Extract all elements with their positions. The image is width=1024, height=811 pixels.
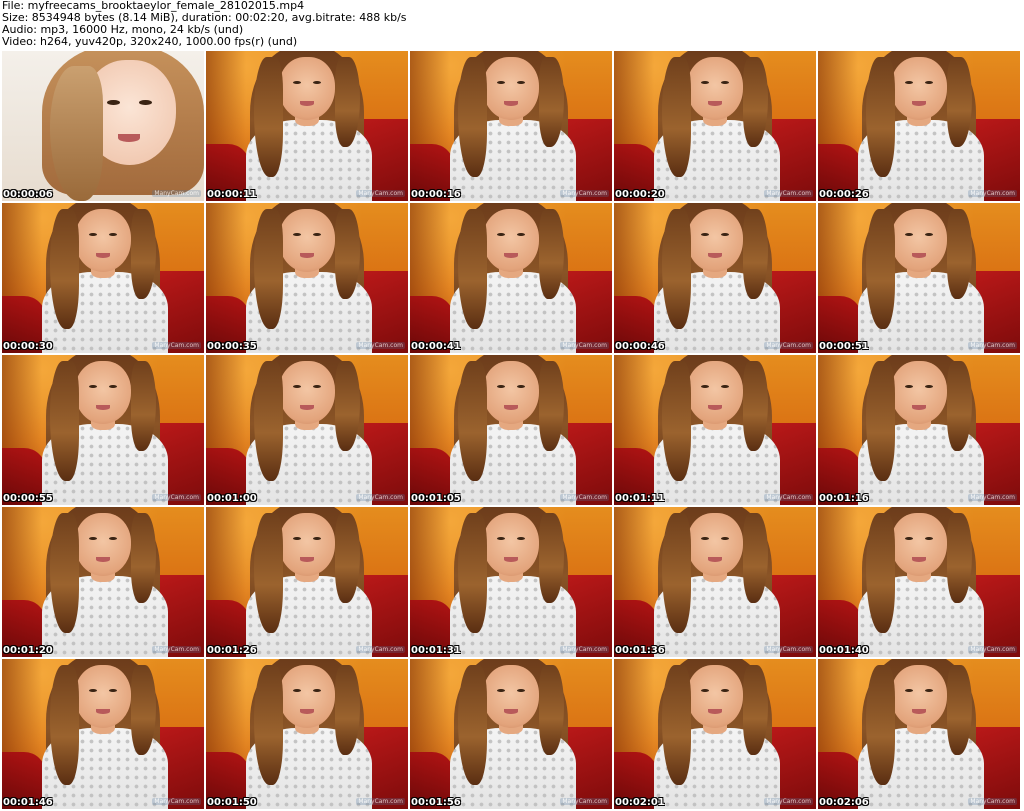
- watermark-label: ManyCam.com: [152, 798, 201, 805]
- watermark-label: ManyCam.com: [968, 190, 1017, 197]
- watermark-label: ManyCam.com: [764, 646, 813, 653]
- thumbnail-grid: ManyCam.com 00:00:06 ManyCam.com 00:00:11 Ma…: [2, 51, 1020, 809]
- watermark-label: ManyCam.com: [764, 190, 813, 197]
- video-frame-thumbnail: ManyCam.com 00:00:30: [2, 203, 204, 353]
- video-frame-thumbnail: ManyCam.com 00:00:16: [410, 51, 612, 201]
- frame-timestamp: 00:00:26: [819, 189, 869, 200]
- video-frame-thumbnail: ManyCam.com 00:01:50: [206, 659, 408, 809]
- frame-timestamp: 00:01:26: [207, 645, 257, 656]
- video-frame-thumbnail: ManyCam.com 00:00:26: [818, 51, 1020, 201]
- video-frame-thumbnail: ManyCam.com 00:01:46: [2, 659, 204, 809]
- frame-timestamp: 00:00:16: [411, 189, 461, 200]
- frame-timestamp: 00:00:55: [3, 493, 53, 504]
- video-frame-thumbnail: ManyCam.com 00:01:20: [2, 507, 204, 657]
- watermark-label: ManyCam.com: [764, 494, 813, 501]
- watermark-label: ManyCam.com: [968, 342, 1017, 349]
- frame-timestamp: 00:00:20: [615, 189, 665, 200]
- frame-timestamp: 00:01:05: [411, 493, 461, 504]
- frame-timestamp: 00:01:46: [3, 797, 53, 808]
- watermark-label: ManyCam.com: [356, 342, 405, 349]
- watermark-label: ManyCam.com: [968, 646, 1017, 653]
- video-frame-thumbnail: ManyCam.com 00:00:46: [614, 203, 816, 353]
- frame-timestamp: 00:01:20: [3, 645, 53, 656]
- frame-timestamp: 00:01:40: [819, 645, 869, 656]
- video-frame-thumbnail: ManyCam.com 00:00:06: [2, 51, 204, 201]
- video-frame-thumbnail: ManyCam.com 00:02:01: [614, 659, 816, 809]
- frame-timestamp: 00:01:16: [819, 493, 869, 504]
- watermark-label: ManyCam.com: [560, 646, 609, 653]
- frame-timestamp: 00:01:56: [411, 797, 461, 808]
- frame-timestamp: 00:00:30: [3, 341, 53, 352]
- video-frame-thumbnail: ManyCam.com 00:02:06: [818, 659, 1020, 809]
- video-frame-thumbnail: ManyCam.com 00:01:31: [410, 507, 612, 657]
- video-frame-thumbnail: ManyCam.com 00:00:11: [206, 51, 408, 201]
- frame-timestamp: 00:02:06: [819, 797, 869, 808]
- video-frame-thumbnail: ManyCam.com 00:00:55: [2, 355, 204, 505]
- watermark-label: ManyCam.com: [356, 646, 405, 653]
- video-frame-thumbnail: ManyCam.com 00:01:05: [410, 355, 612, 505]
- video-frame-thumbnail: ManyCam.com 00:00:41: [410, 203, 612, 353]
- watermark-label: ManyCam.com: [560, 342, 609, 349]
- watermark-label: ManyCam.com: [764, 798, 813, 805]
- watermark-label: ManyCam.com: [356, 190, 405, 197]
- frame-timestamp: 00:02:01: [615, 797, 665, 808]
- frame-timestamp: 00:01:00: [207, 493, 257, 504]
- watermark-label: ManyCam.com: [152, 190, 201, 197]
- watermark-label: ManyCam.com: [152, 646, 201, 653]
- frame-timestamp: 00:00:41: [411, 341, 461, 352]
- video-frame-thumbnail: ManyCam.com 00:01:00: [206, 355, 408, 505]
- frame-timestamp: 00:01:31: [411, 645, 461, 656]
- frame-timestamp: 00:01:36: [615, 645, 665, 656]
- frame-timestamp: 00:00:06: [3, 189, 53, 200]
- video-frame-thumbnail: ManyCam.com 00:01:16: [818, 355, 1020, 505]
- frame-timestamp: 00:00:51: [819, 341, 869, 352]
- file-info-header: File: myfreecams_brooktaeylor_female_281…: [2, 0, 1020, 48]
- frame-timestamp: 00:01:11: [615, 493, 665, 504]
- frame-timestamp: 00:01:50: [207, 797, 257, 808]
- video-frame-thumbnail: ManyCam.com 00:00:20: [614, 51, 816, 201]
- video-frame-thumbnail: ManyCam.com 00:00:35: [206, 203, 408, 353]
- watermark-label: ManyCam.com: [560, 798, 609, 805]
- watermark-label: ManyCam.com: [968, 798, 1017, 805]
- watermark-label: ManyCam.com: [764, 342, 813, 349]
- video-frame-thumbnail: ManyCam.com 00:01:26: [206, 507, 408, 657]
- video-info-line: Video: h264, yuv420p, 320x240, 1000.00 f…: [2, 35, 298, 48]
- watermark-label: ManyCam.com: [152, 342, 201, 349]
- frame-timestamp: 00:00:11: [207, 189, 257, 200]
- video-frame-thumbnail: ManyCam.com 00:00:51: [818, 203, 1020, 353]
- frame-timestamp: 00:00:35: [207, 341, 257, 352]
- video-frame-thumbnail: ManyCam.com 00:01:40: [818, 507, 1020, 657]
- watermark-label: ManyCam.com: [152, 494, 201, 501]
- watermark-label: ManyCam.com: [356, 494, 405, 501]
- video-frame-thumbnail: ManyCam.com 00:01:11: [614, 355, 816, 505]
- watermark-label: ManyCam.com: [560, 494, 609, 501]
- watermark-label: ManyCam.com: [356, 798, 405, 805]
- watermark-label: ManyCam.com: [968, 494, 1017, 501]
- video-frame-thumbnail: ManyCam.com 00:01:56: [410, 659, 612, 809]
- frame-timestamp: 00:00:46: [615, 341, 665, 352]
- video-frame-thumbnail: ManyCam.com 00:01:36: [614, 507, 816, 657]
- watermark-label: ManyCam.com: [560, 190, 609, 197]
